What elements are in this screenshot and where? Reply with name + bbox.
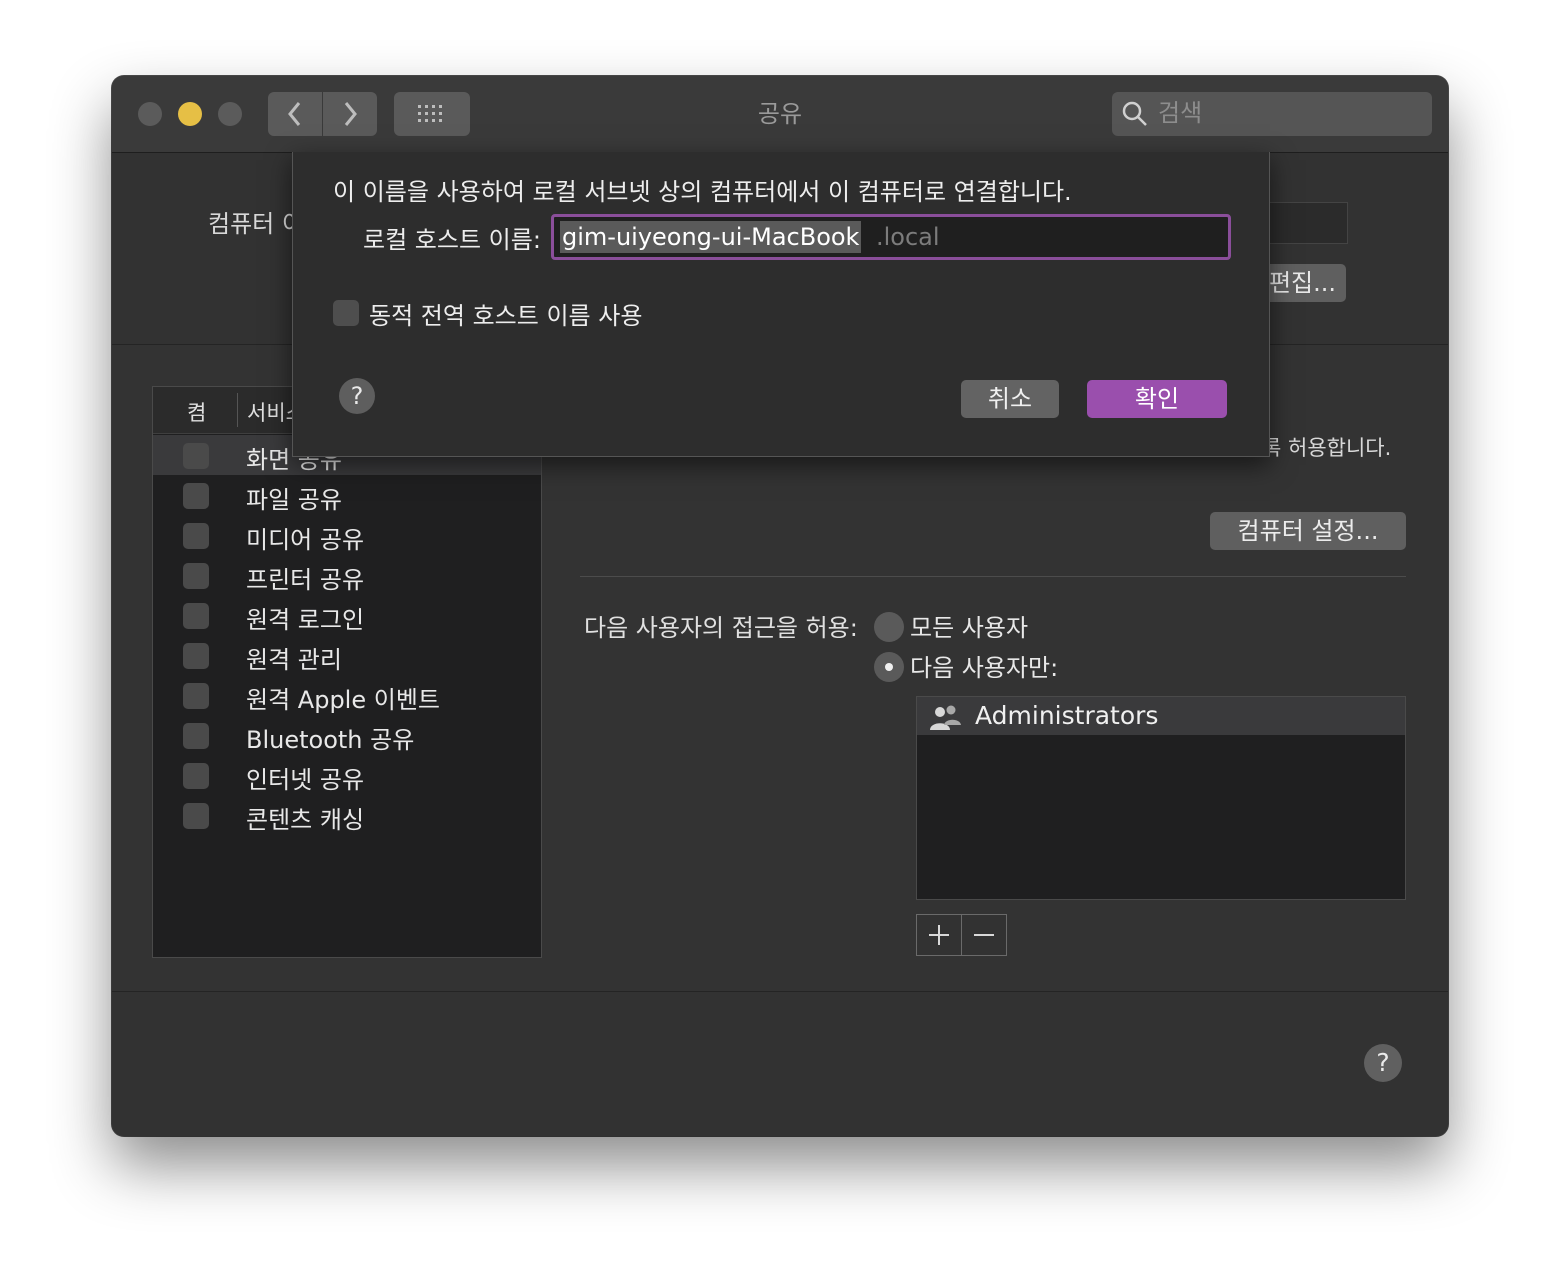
service-label: 파일 공유 (246, 486, 342, 514)
dynamic-hostname-label[interactable]: 동적 전역 호스트 이름 사용 (369, 296, 642, 331)
minus-icon (974, 934, 994, 936)
add-user-button[interactable] (916, 914, 962, 956)
title-bar: 공유 검색 (112, 76, 1448, 153)
show-all-button[interactable] (394, 92, 470, 136)
service-label: 인터넷 공유 (246, 766, 365, 794)
search-icon (1122, 101, 1147, 126)
service-checkbox[interactable] (183, 603, 209, 629)
host-name-suffix: .local (876, 223, 940, 251)
host-name-input[interactable]: gim-uiyeong-ui-MacBook .local (551, 214, 1231, 260)
users-list: Administrators (916, 696, 1406, 900)
column-separator (237, 393, 238, 427)
computer-name-label: 컴퓨터 이 (208, 210, 304, 238)
divider (580, 576, 1406, 577)
service-label: 원격 로그인 (246, 606, 365, 634)
column-header-on[interactable]: 켬 (187, 397, 206, 427)
hostname-sheet: 이 이름을 사용하여 로컬 서브넷 상의 컴퓨터에서 이 컴퓨터로 연결합니다.… (292, 152, 1270, 457)
close-window-button[interactable] (138, 102, 162, 126)
service-checkbox[interactable] (183, 803, 209, 829)
service-checkbox[interactable] (183, 643, 209, 669)
service-label: 콘텐츠 캐싱 (246, 806, 365, 834)
service-label: 미디어 공유 (246, 526, 365, 554)
service-checkbox[interactable] (183, 483, 209, 509)
host-name-label: 로컬 호스트 이름: (363, 226, 541, 254)
computer-settings-button[interactable]: 컴퓨터 설정... (1210, 512, 1406, 550)
ok-button[interactable]: 확인 (1087, 380, 1227, 418)
service-row-internet-sharing[interactable]: 인터넷 공유 (153, 755, 541, 795)
zoom-window-button[interactable] (218, 102, 242, 126)
list-item[interactable]: Administrators (917, 697, 1405, 735)
service-description: 록 허용합니다. (1262, 436, 1392, 460)
search-placeholder: 검색 (1158, 99, 1203, 127)
back-button[interactable] (268, 92, 322, 136)
sheet-help-button[interactable]: ? (339, 378, 375, 414)
service-checkbox[interactable] (183, 723, 209, 749)
sheet-message: 이 이름을 사용하여 로컬 서브넷 상의 컴퓨터에서 이 컴퓨터로 연결합니다. (333, 178, 1072, 206)
radio-all-users[interactable] (874, 612, 904, 642)
service-label: Bluetooth 공유 (246, 726, 415, 754)
dynamic-hostname-checkbox[interactable] (333, 300, 359, 326)
service-row-bluetooth-sharing[interactable]: Bluetooth 공유 (153, 715, 541, 755)
radio-only-users[interactable] (874, 652, 904, 682)
system-preferences-window: 공유 검색 컴퓨터 이 편집... 켬 서비스 화면 공유 파일 공유 미디어 … (112, 76, 1448, 1136)
service-checkbox[interactable] (183, 563, 209, 589)
user-name: Administrators (975, 701, 1159, 730)
help-button[interactable]: ? (1364, 1044, 1402, 1082)
service-label: 프린터 공유 (246, 566, 365, 594)
service-row-file-sharing[interactable]: 파일 공유 (153, 475, 541, 515)
service-checkbox[interactable] (183, 443, 209, 469)
service-row-remote-login[interactable]: 원격 로그인 (153, 595, 541, 635)
services-table: 켬 서비스 화면 공유 파일 공유 미디어 공유 프린터 공유 원격 로그인 원… (152, 386, 542, 958)
service-checkbox[interactable] (183, 763, 209, 789)
group-icon (930, 705, 961, 730)
computer-name-field[interactable] (1262, 202, 1348, 244)
service-row-remote-apple-events[interactable]: 원격 Apple 이벤트 (153, 675, 541, 715)
service-label: 원격 Apple 이벤트 (246, 686, 440, 714)
grid-icon (418, 105, 442, 122)
remove-user-button[interactable] (961, 914, 1007, 956)
chevron-left-icon (288, 102, 301, 126)
radio-only-users-label[interactable]: 다음 사용자만: (910, 648, 1058, 683)
plus-icon (929, 925, 949, 945)
radio-all-users-label[interactable]: 모든 사용자 (910, 608, 1028, 643)
service-row-media-sharing[interactable]: 미디어 공유 (153, 515, 541, 555)
service-row-remote-management[interactable]: 원격 관리 (153, 635, 541, 675)
service-checkbox[interactable] (183, 523, 209, 549)
chevron-right-icon (344, 102, 357, 126)
cancel-button[interactable]: 취소 (961, 380, 1059, 418)
host-name-value: gim-uiyeong-ui-MacBook (560, 221, 862, 253)
search-field[interactable]: 검색 (1112, 92, 1432, 136)
access-label: 다음 사용자의 접근을 허용: (584, 614, 858, 642)
forward-button[interactable] (323, 92, 377, 136)
service-row-printer-sharing[interactable]: 프린터 공유 (153, 555, 541, 595)
minimize-window-button[interactable] (178, 102, 202, 126)
service-label: 원격 관리 (246, 646, 342, 674)
service-checkbox[interactable] (183, 683, 209, 709)
service-row-content-caching[interactable]: 콘텐츠 캐싱 (153, 795, 541, 835)
